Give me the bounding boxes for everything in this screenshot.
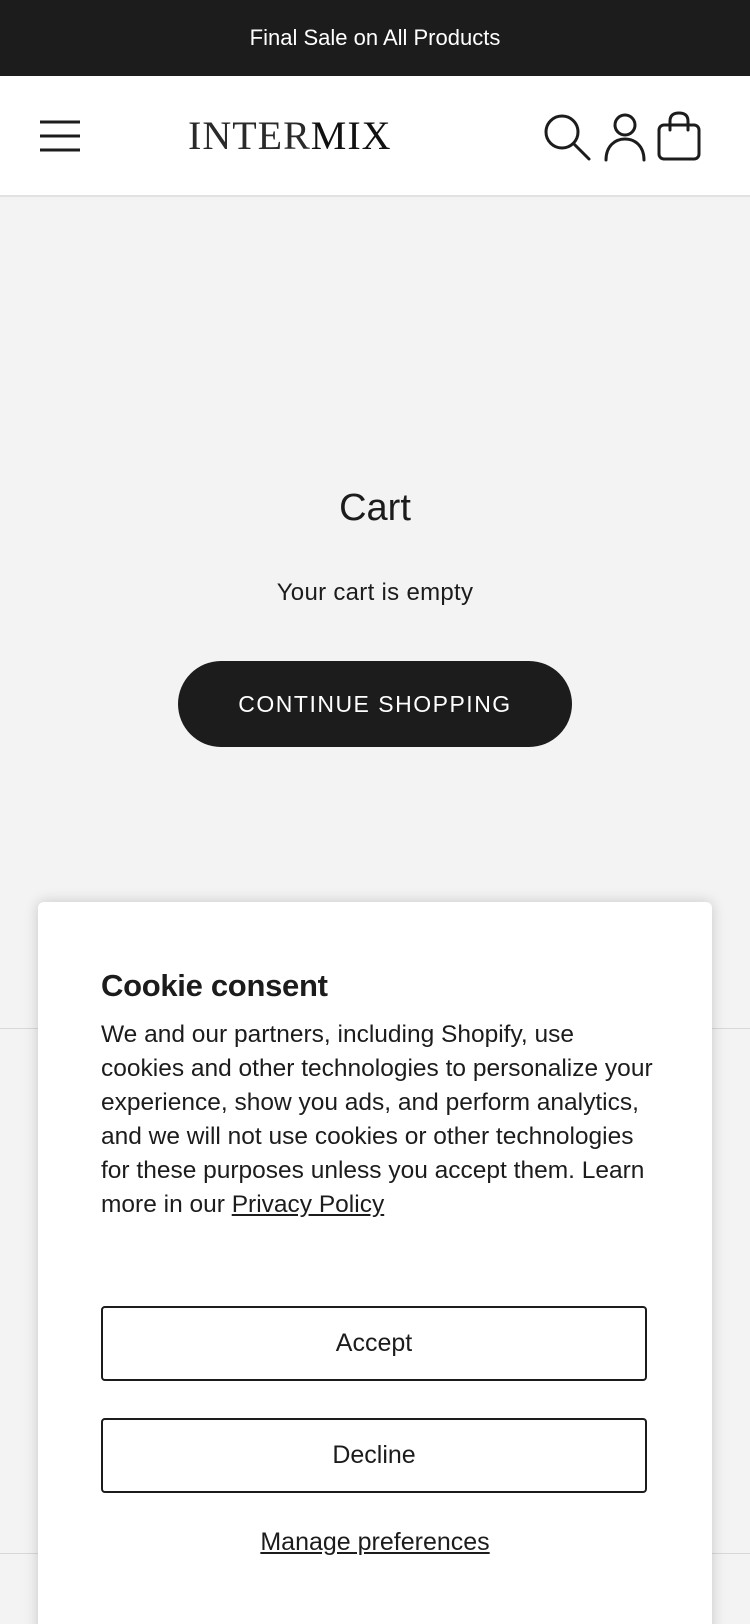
search-icon [544,114,591,161]
site-logo[interactable]: INTER MIX [188,113,391,158]
logo-text-inter: INTER [188,113,311,158]
announcement-bar: Final Sale on All Products [0,0,750,76]
decline-button[interactable]: Decline [101,1418,647,1493]
menu-button[interactable] [36,112,84,160]
page-title: Cart [339,487,411,529]
cart-page: Final Sale on All Products INTER MIX Car… [0,0,750,1624]
announcement-text: Final Sale on All Products [249,25,501,50]
accept-button[interactable]: Accept [101,1306,647,1381]
privacy-policy-link[interactable]: Privacy Policy [232,1191,384,1218]
site-header: INTER MIX [0,76,750,197]
cart-empty-message: Your cart is empty [276,579,474,606]
cart-button[interactable] [656,110,702,162]
cookie-consent-text: We and our partners, including Shopify, … [101,1018,661,1222]
logo-text-mix: MIX [310,113,392,158]
cookie-consent-dialog: Cookie consent We and our partners, incl… [38,902,712,1624]
cookie-consent-title: Cookie consent [101,968,328,1003]
cookie-consent-body: We and our partners, including Shopify, … [101,1021,653,1218]
account-icon [604,113,646,162]
account-button[interactable] [603,112,647,162]
search-button[interactable] [542,112,592,162]
manage-preferences-link[interactable]: Manage preferences [38,1528,712,1557]
hamburger-menu-icon [40,120,80,152]
shopping-bag-icon [657,111,701,161]
continue-shopping-button[interactable]: CONTINUE SHOPPING [178,661,572,747]
